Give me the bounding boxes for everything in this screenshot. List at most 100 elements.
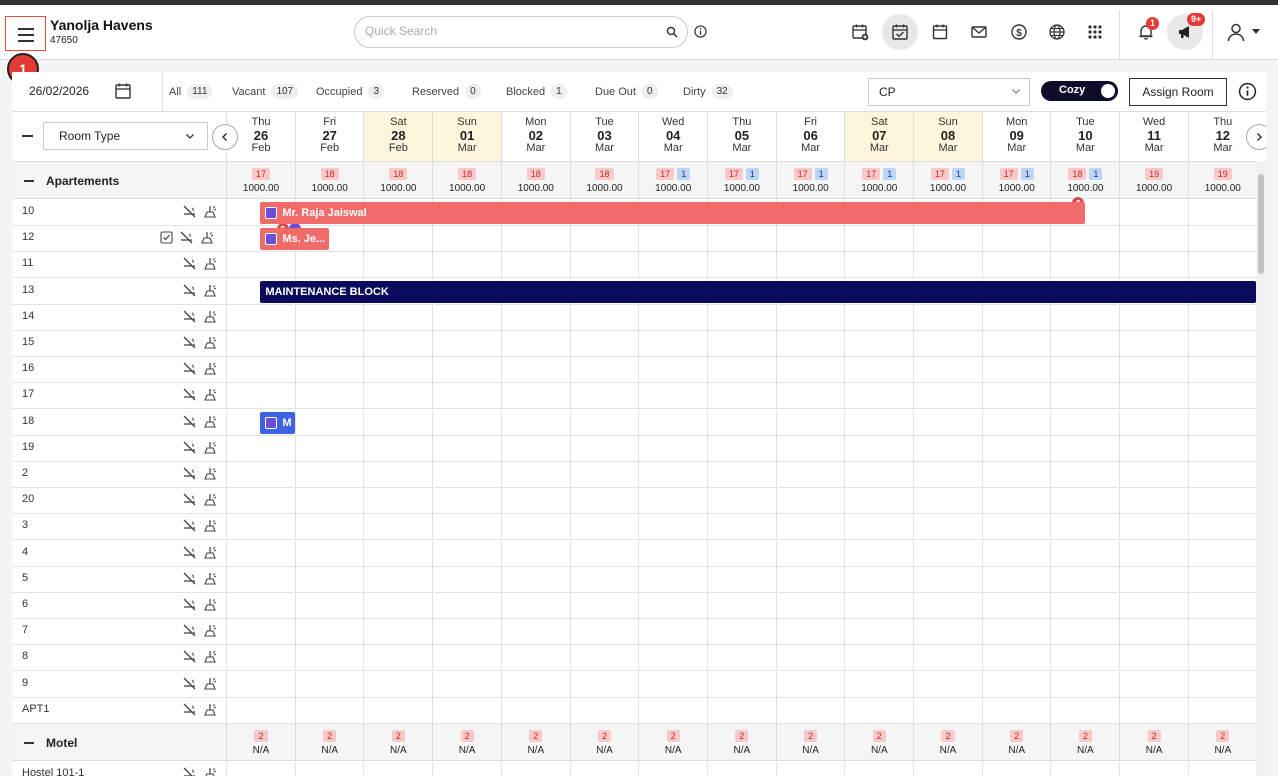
availability-cell[interactable]: 18 1000.00 bbox=[500, 162, 570, 199]
room-date-cell[interactable] bbox=[638, 462, 707, 488]
room-date-cell[interactable] bbox=[981, 514, 1051, 541]
no-smoking-icon[interactable] bbox=[182, 546, 197, 562]
availability-cell[interactable]: 2 N/A bbox=[500, 724, 570, 761]
room-date-cell[interactable] bbox=[1050, 488, 1119, 515]
housekeeping-icon[interactable] bbox=[203, 257, 218, 273]
calendar-check-icon[interactable] bbox=[882, 14, 918, 50]
room-date-cell[interactable] bbox=[981, 462, 1051, 488]
room-date-cell[interactable] bbox=[638, 671, 707, 698]
room-date-cell[interactable] bbox=[1050, 226, 1119, 253]
room-date-cell[interactable] bbox=[432, 671, 501, 698]
room-date-cell[interactable] bbox=[775, 671, 845, 698]
room-date-cell[interactable] bbox=[1187, 645, 1257, 672]
room-date-cell[interactable] bbox=[1119, 200, 1188, 226]
room-date-cell[interactable] bbox=[1187, 435, 1257, 462]
room-number[interactable]: APT1 bbox=[22, 703, 50, 715]
no-smoking-icon[interactable] bbox=[182, 677, 197, 693]
room-date-cell[interactable] bbox=[844, 593, 913, 619]
mail-icon[interactable] bbox=[965, 18, 993, 46]
room-date-cell[interactable] bbox=[569, 514, 639, 541]
room-date-cell[interactable] bbox=[844, 331, 913, 357]
room-date-cell[interactable] bbox=[432, 383, 501, 410]
search-input[interactable] bbox=[365, 24, 645, 38]
room-date-cell[interactable] bbox=[1187, 619, 1257, 646]
housekeeping-icon[interactable] bbox=[203, 677, 218, 693]
date-header[interactable]: Tue 10 Mar bbox=[1050, 112, 1120, 162]
room-date-cell[interactable] bbox=[775, 645, 845, 672]
room-date-cell[interactable] bbox=[775, 619, 845, 646]
room-date-cell[interactable] bbox=[706, 593, 776, 619]
no-smoking-icon[interactable] bbox=[182, 572, 197, 588]
room-date-cell[interactable] bbox=[981, 566, 1051, 593]
no-smoking-icon[interactable] bbox=[182, 205, 197, 221]
room-number[interactable]: 10 bbox=[22, 205, 34, 217]
room-date-cell[interactable] bbox=[638, 252, 707, 279]
room-date-cell[interactable] bbox=[226, 252, 295, 279]
room-date-cell[interactable] bbox=[638, 697, 707, 724]
room-date-cell[interactable] bbox=[1050, 593, 1119, 619]
room-date-cell[interactable] bbox=[775, 304, 845, 331]
room-date-cell[interactable] bbox=[706, 697, 776, 724]
room-date-cell[interactable] bbox=[1050, 619, 1119, 646]
room-date-cell[interactable] bbox=[638, 488, 707, 515]
room-date-cell[interactable] bbox=[226, 593, 295, 619]
view-mode-toggle[interactable]: Cozy bbox=[1041, 81, 1118, 101]
room-date-cell[interactable] bbox=[1050, 566, 1119, 593]
collapse-category-icon[interactable] bbox=[24, 180, 34, 182]
room-date-cell[interactable] bbox=[294, 671, 364, 698]
room-date-cell[interactable] bbox=[775, 226, 845, 253]
room-date-cell[interactable] bbox=[1119, 619, 1188, 646]
room-date-cell[interactable] bbox=[432, 252, 501, 279]
room-date-cell[interactable] bbox=[226, 540, 295, 567]
room-date-cell[interactable] bbox=[294, 409, 364, 436]
room-number[interactable]: 19 bbox=[22, 441, 34, 453]
room-date-cell[interactable] bbox=[638, 226, 707, 253]
room-date-cell[interactable] bbox=[1050, 383, 1119, 410]
room-date-cell[interactable] bbox=[913, 409, 982, 436]
room-date-cell[interactable] bbox=[363, 304, 432, 331]
housekeeping-icon[interactable] bbox=[203, 336, 218, 352]
room-date-cell[interactable] bbox=[1187, 252, 1257, 279]
room-date-cell[interactable] bbox=[432, 304, 501, 331]
room-date-cell[interactable] bbox=[1119, 671, 1188, 698]
room-date-cell[interactable] bbox=[981, 697, 1051, 724]
room-date-cell[interactable] bbox=[294, 697, 364, 724]
room-date-cell[interactable] bbox=[432, 331, 501, 357]
room-date-cell[interactable] bbox=[1187, 357, 1257, 384]
room-date-cell[interactable] bbox=[775, 697, 845, 724]
room-date-cell[interactable] bbox=[1187, 331, 1257, 357]
room-date-cell[interactable] bbox=[432, 409, 501, 436]
room-date-cell[interactable] bbox=[981, 619, 1051, 646]
availability-cell[interactable]: 2 N/A bbox=[913, 724, 982, 761]
date-header[interactable]: Wed 04 Mar bbox=[638, 112, 708, 162]
room-date-cell[interactable] bbox=[1119, 540, 1188, 567]
room-date-cell[interactable] bbox=[913, 252, 982, 279]
room-date-cell[interactable] bbox=[1119, 435, 1188, 462]
availability-cell[interactable]: 17 1 1000.00 bbox=[706, 162, 776, 199]
no-smoking-icon[interactable] bbox=[182, 493, 197, 509]
housekeeping-icon[interactable] bbox=[203, 519, 218, 535]
date-header[interactable]: Sun 08 Mar bbox=[913, 112, 982, 162]
room-date-cell[interactable] bbox=[500, 566, 570, 593]
room-date-cell[interactable] bbox=[638, 762, 707, 776]
room-date-cell[interactable] bbox=[226, 645, 295, 672]
housekeeping-icon[interactable] bbox=[203, 493, 218, 509]
room-date-cell[interactable] bbox=[775, 514, 845, 541]
room-date-cell[interactable] bbox=[844, 566, 913, 593]
room-date-cell[interactable] bbox=[569, 409, 639, 436]
room-date-cell[interactable] bbox=[1050, 304, 1119, 331]
room-date-cell[interactable] bbox=[294, 252, 364, 279]
room-date-cell[interactable] bbox=[706, 619, 776, 646]
rate-plan-select[interactable]: CP bbox=[868, 78, 1030, 106]
room-date-cell[interactable] bbox=[1119, 409, 1188, 436]
calendar-add-icon[interactable] bbox=[846, 18, 874, 46]
room-date-cell[interactable] bbox=[844, 697, 913, 724]
availability-cell[interactable]: 17 1000.00 bbox=[226, 162, 295, 199]
availability-cell[interactable]: 2 N/A bbox=[569, 724, 639, 761]
room-number[interactable]: 12 bbox=[22, 231, 34, 243]
room-date-cell[interactable] bbox=[294, 540, 364, 567]
room-date-cell[interactable] bbox=[432, 488, 501, 515]
housekeeping-icon[interactable] bbox=[203, 650, 218, 666]
room-number[interactable]: 11 bbox=[22, 257, 33, 269]
housekeeping-icon[interactable] bbox=[203, 572, 218, 588]
